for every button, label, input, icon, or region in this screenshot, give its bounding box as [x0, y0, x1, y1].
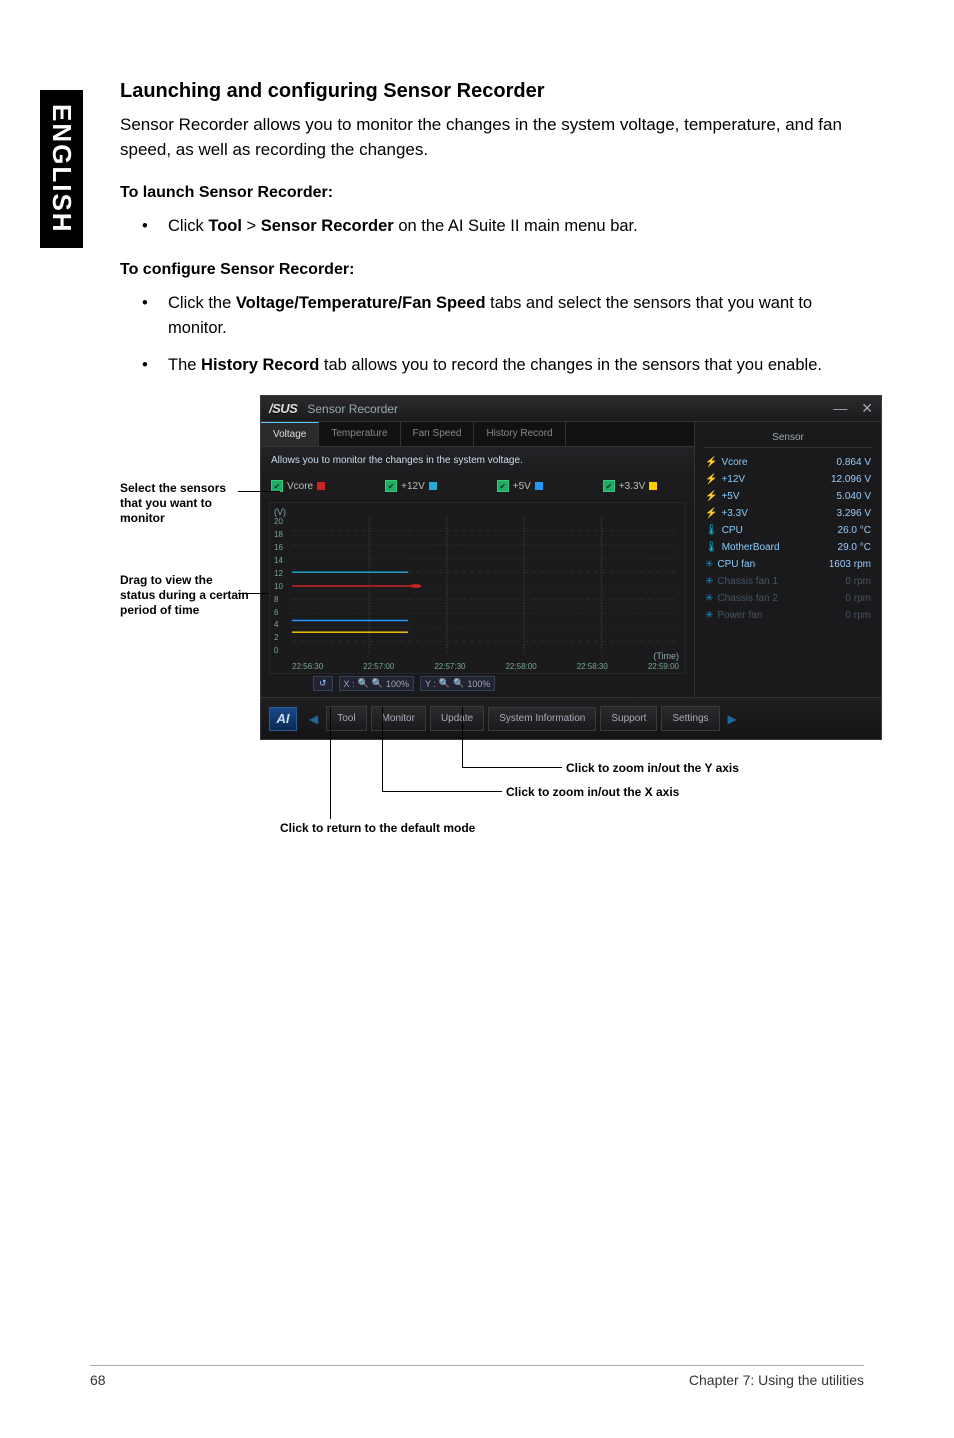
bolt-icon: ⚡ [705, 491, 717, 502]
footer-sysinfo-button[interactable]: System Information [488, 707, 596, 732]
check-12v[interactable]: ✔+12V [385, 480, 437, 492]
tab-temperature[interactable]: Temperature [319, 422, 400, 446]
sensor-row: ✳Chassis fan 20 rpm [703, 590, 873, 607]
reset-zoom-button[interactable]: ↺ [313, 676, 333, 691]
language-tab: ENGLISH [40, 90, 83, 248]
check-3v3[interactable]: ✔+3.3V [603, 480, 657, 492]
footer-settings-button[interactable]: Settings [661, 706, 719, 731]
chapter-label: Chapter 7: Using the utilities [689, 1372, 864, 1388]
chart-svg [292, 517, 679, 655]
window-title: Sensor Recorder [307, 402, 398, 416]
fan-icon: ✳ [705, 559, 713, 570]
callout-drag-view: Drag to view the status during a certain… [120, 573, 250, 618]
ai-suite-logo: AI [269, 707, 297, 731]
sensor-row: ⚡+3.3V3.296 V [703, 505, 873, 522]
sensor-row: 🌡MotherBoard29.0 °C [703, 539, 873, 556]
check-5v[interactable]: ✔+5V [497, 480, 543, 492]
thermometer-icon: 🌡 [705, 525, 718, 536]
nav-left-icon[interactable]: ◀ [305, 712, 322, 726]
zoom-in-icon: 🔍 [439, 678, 450, 689]
fan-icon: ✳ [705, 610, 713, 621]
close-button[interactable]: ✕ [861, 400, 873, 417]
zoom-out-icon: 🔍 [372, 678, 383, 689]
sensor-row: ✳Chassis fan 10 rpm [703, 573, 873, 590]
footer-monitor-button[interactable]: Monitor [371, 706, 426, 731]
intro-text: Sensor Recorder allows you to monitor th… [120, 113, 864, 162]
sensor-row: ⚡Vcore0.864 V [703, 454, 873, 471]
figure-wrap: Select the sensors that you want to moni… [120, 395, 864, 740]
fan-icon: ✳ [705, 593, 713, 604]
tab-fan-speed[interactable]: Fan Speed [401, 422, 475, 446]
tab-bar: Voltage Temperature Fan Speed History Re… [261, 422, 694, 447]
section-heading: Launching and configuring Sensor Recorde… [120, 80, 864, 103]
fan-icon: ✳ [705, 576, 713, 587]
tab-history-record[interactable]: History Record [474, 422, 565, 446]
footer-update-button[interactable]: Update [430, 706, 484, 731]
callout-reset: Click to return to the default mode [280, 821, 475, 835]
nav-right-icon[interactable]: ▶ [724, 712, 741, 726]
configure-step-1: Click the Voltage/Temperature/Fan Speed … [120, 291, 864, 341]
sensor-panel: Sensor ⚡Vcore0.864 V ⚡+12V12.096 V ⚡+5V5… [695, 422, 881, 697]
callout-zoom-y: Click to zoom in/out the Y axis [566, 761, 739, 775]
configure-step-2: The History Record tab allows you to rec… [120, 353, 864, 378]
configure-heading: To configure Sensor Recorder: [120, 261, 864, 279]
page-footer: 68 Chapter 7: Using the utilities [90, 1365, 864, 1388]
sensor-row: ✳CPU fan1603 rpm [703, 556, 873, 573]
sensor-checklist: ✔Vcore ✔+12V ✔+5V ✔+3.3V [261, 474, 694, 498]
chart-y-ticks: 20181614121086420 [274, 517, 283, 655]
launch-heading: To launch Sensor Recorder: [120, 184, 864, 202]
zoom-out-icon: 🔍 [453, 678, 464, 689]
zoom-x-control[interactable]: X :🔍🔍100% [339, 676, 414, 691]
zoom-in-icon: 🔍 [358, 678, 369, 689]
sensor-row: ✳Power fan0 rpm [703, 607, 873, 624]
callout-select-sensors: Select the sensors that you want to moni… [120, 481, 250, 526]
zoom-bar: ↺ X :🔍🔍100% Y :🔍🔍100% [261, 676, 694, 697]
zoom-y-control[interactable]: Y :🔍🔍100% [420, 676, 495, 691]
callout-zoom-x: Click to zoom in/out the X axis [506, 785, 679, 799]
sensor-recorder-window: /SUS Sensor Recorder — ✕ Voltage Tempera… [260, 395, 882, 740]
brand-logo: /SUS [269, 401, 297, 416]
titlebar: /SUS Sensor Recorder — ✕ [261, 396, 881, 422]
page-number: 68 [90, 1372, 106, 1388]
sensor-row: ⚡+12V12.096 V [703, 471, 873, 488]
bolt-icon: ⚡ [705, 474, 717, 485]
sensor-row: ⚡+5V5.040 V [703, 488, 873, 505]
tab-voltage[interactable]: Voltage [261, 422, 319, 446]
bolt-icon: ⚡ [705, 508, 717, 519]
footer-tool-button[interactable]: Tool [326, 706, 366, 731]
chart-y-label: (V) [274, 507, 286, 517]
chart-x-ticks: 22:56:3022:57:0022:57:3022:58:0022:58:30… [292, 662, 679, 671]
minimize-button[interactable]: — [833, 400, 847, 417]
thermometer-icon: 🌡 [705, 542, 718, 553]
bolt-icon: ⚡ [705, 457, 717, 468]
sensor-row: 🌡CPU26.0 °C [703, 522, 873, 539]
sensor-panel-title: Sensor [703, 428, 873, 448]
app-footer: AI ◀ Tool Monitor Update System Informat… [261, 697, 881, 739]
footer-support-button[interactable]: Support [600, 706, 657, 731]
voltage-chart[interactable]: (V) (Time) 20181614121086420 [269, 502, 686, 674]
launch-step: Click Tool > Sensor Recorder on the AI S… [120, 214, 864, 239]
tab-description: Allows you to monitor the changes in the… [261, 447, 694, 474]
language-label: ENGLISH [46, 104, 77, 234]
